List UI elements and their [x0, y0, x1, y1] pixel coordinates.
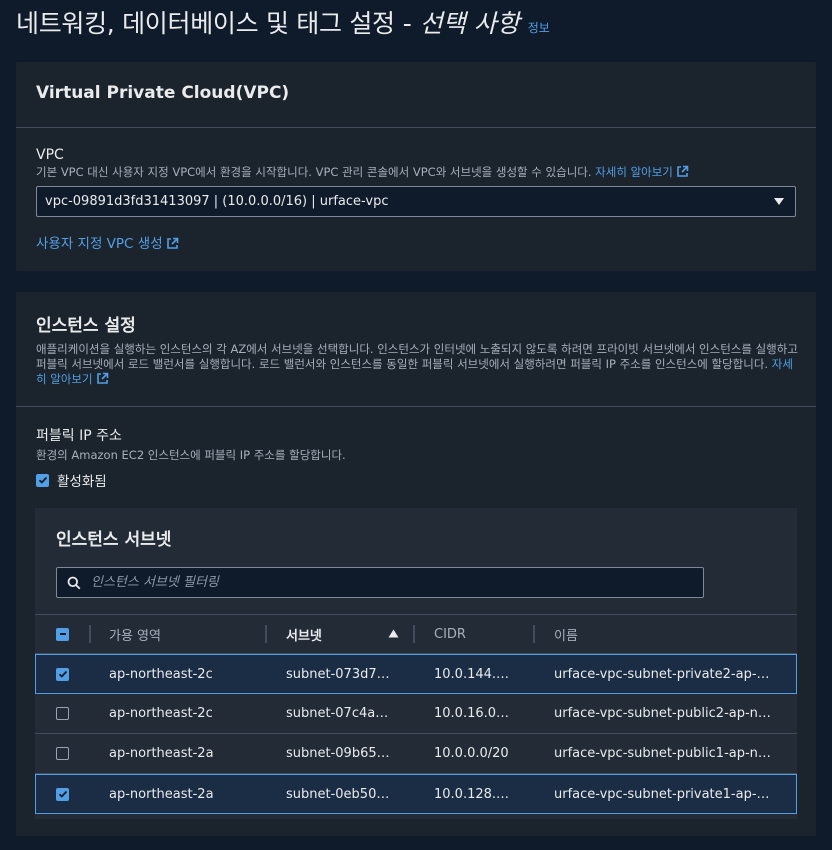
vpc-field-label: VPC: [36, 147, 64, 163]
page-title: 네트워킹, 데이터베이스 및 태그 설정: [16, 9, 395, 38]
title-separator: -: [402, 9, 412, 38]
vpc-description-text: 기본 VPC 대신 사용자 지정 VPC에서 환경을 시작합니다. VPC 관리…: [36, 165, 592, 179]
cell-name: urface-vpc-subnet-private2-ap-…: [554, 666, 770, 682]
cell-name: urface-vpc-subnet-private1-ap-…: [554, 786, 770, 802]
public-ip-checkbox[interactable]: [36, 473, 49, 487]
column-header-subnet[interactable]: 서브넷: [286, 615, 322, 653]
cell-name: urface-vpc-subnet-public2-ap-n…: [554, 706, 771, 721]
checkmark-icon: [58, 670, 67, 678]
table-row[interactable]: ap-northeast-2c subnet-07c4a… 10.0.16.0… ur…: [35, 694, 797, 734]
cell-subnet: subnet-073d7…: [286, 666, 390, 682]
cell-subnet: subnet-07c4a…: [286, 706, 389, 721]
vpc-learn-more-label: 자세히 알아보기: [595, 165, 673, 179]
instance-panel-title: 인스턴스 설정: [36, 316, 136, 336]
external-link-icon: [677, 165, 689, 177]
instance-description-text: 애플리케이션을 실행하는 인스턴스의 각 AZ에서 서브넷을 선택합니다. 인스…: [36, 342, 798, 371]
cell-az: ap-northeast-2a: [109, 746, 214, 761]
select-all-indeterminate[interactable]: [56, 627, 69, 641]
vpc-panel-title: Virtual Private Cloud(VPC): [36, 83, 290, 103]
row-checkbox[interactable]: [56, 787, 69, 801]
caret-down-icon: [774, 198, 784, 205]
vpc-description: 기본 VPC 대신 사용자 지정 VPC에서 환경을 시작합니다. VPC 관리…: [36, 165, 806, 180]
cell-az: ap-northeast-2c: [109, 666, 213, 682]
cell-cidr: 10.0.16.0…: [434, 706, 510, 721]
row-checkbox[interactable]: [56, 667, 69, 681]
cell-cidr: 10.0.128.…: [434, 786, 510, 802]
select-all-checkbox[interactable]: [56, 615, 69, 653]
column-divider: [265, 625, 267, 643]
column-header-name[interactable]: 이름: [554, 615, 578, 653]
subnet-table-title: 인스턴스 서브넷: [56, 530, 172, 550]
public-ip-checkbox-label: 활성화됨: [57, 474, 107, 490]
instance-subnets-container: 인스턴스 서브넷 가용 영역 서브넷 CIDR: [35, 508, 797, 819]
table-row[interactable]: ap-northeast-2c subnet-073d7… 10.0.144.… ur…: [35, 654, 797, 694]
column-divider: [533, 625, 535, 643]
checkmark-icon: [58, 790, 67, 798]
external-link-icon: [96, 372, 108, 384]
column-header-az[interactable]: 가용 영역: [109, 615, 161, 653]
public-ip-checkbox-row[interactable]: 활성화됨: [36, 470, 346, 490]
create-vpc-label: 사용자 지정 VPC 생성: [36, 236, 163, 252]
vpc-learn-more-link[interactable]: 자세히 알아보기: [595, 165, 689, 179]
cell-subnet: subnet-09b65…: [286, 746, 390, 761]
column-divider: [89, 625, 91, 643]
subnet-search-input[interactable]: [91, 575, 703, 590]
cell-name: urface-vpc-subnet-public1-ap-n…: [554, 746, 771, 761]
table-body: ap-northeast-2c subnet-073d7… 10.0.144.… ur…: [35, 654, 797, 814]
public-ip-description: 환경의 Amazon EC2 인스턴스에 퍼블릭 IP 주소를 할당합니다.: [36, 448, 346, 462]
vpc-select[interactable]: vpc-09891d3fd31413097 | (10.0.0.0/16) | …: [36, 186, 796, 217]
page-header: 네트워킹, 데이터베이스 및 태그 설정 - 선택 사항 정보: [16, 4, 550, 48]
title-optional: 선택 사항: [419, 9, 520, 38]
row-checkbox[interactable]: [56, 747, 69, 760]
checkmark-icon: [38, 476, 47, 484]
divider: [16, 406, 816, 407]
table-row[interactable]: ap-northeast-2a subnet-09b65… 10.0.0.0/20 u…: [35, 734, 797, 774]
cell-subnet: subnet-0eb50…: [286, 786, 390, 802]
minus-icon: [59, 633, 66, 635]
cell-az: ap-northeast-2c: [109, 706, 213, 721]
column-divider: [413, 625, 415, 643]
cell-cidr: 10.0.0.0/20: [434, 746, 509, 761]
row-checkbox[interactable]: [56, 707, 69, 720]
vpc-panel: Virtual Private Cloud(VPC) VPC 기본 VPC 대신…: [16, 62, 816, 271]
instance-settings-panel: 인스턴스 설정 애플리케이션을 실행하는 인스턴스의 각 AZ에서 서브넷을 선…: [16, 292, 816, 836]
table-header: 가용 영역 서브넷 CIDR 이름: [35, 614, 797, 654]
table-row[interactable]: ap-northeast-2a subnet-0eb50… 10.0.128.… ur…: [35, 774, 797, 814]
info-link[interactable]: 정보: [528, 19, 550, 36]
create-vpc-link[interactable]: 사용자 지정 VPC 생성: [36, 232, 179, 252]
external-link-icon: [166, 237, 178, 249]
instance-description: 애플리케이션을 실행하는 인스턴스의 각 AZ에서 서브넷을 선택합니다. 인스…: [36, 342, 800, 387]
column-header-subnet-label: 서브넷: [286, 628, 322, 644]
vpc-select-value: vpc-09891d3fd31413097 | (10.0.0.0/16) | …: [45, 194, 389, 209]
column-header-cidr[interactable]: CIDR: [434, 615, 466, 653]
search-icon: [67, 576, 81, 590]
subnet-table: 가용 영역 서브넷 CIDR 이름 ap-northeast-2c subnet-…: [35, 614, 797, 814]
sort-ascending-icon[interactable]: [388, 629, 399, 638]
public-ip-label: 퍼블릭 IP 주소: [36, 428, 122, 444]
subnet-search-field[interactable]: [56, 567, 704, 598]
cell-cidr: 10.0.144.…: [434, 666, 510, 682]
divider: [16, 127, 816, 128]
cell-az: ap-northeast-2a: [109, 786, 214, 802]
